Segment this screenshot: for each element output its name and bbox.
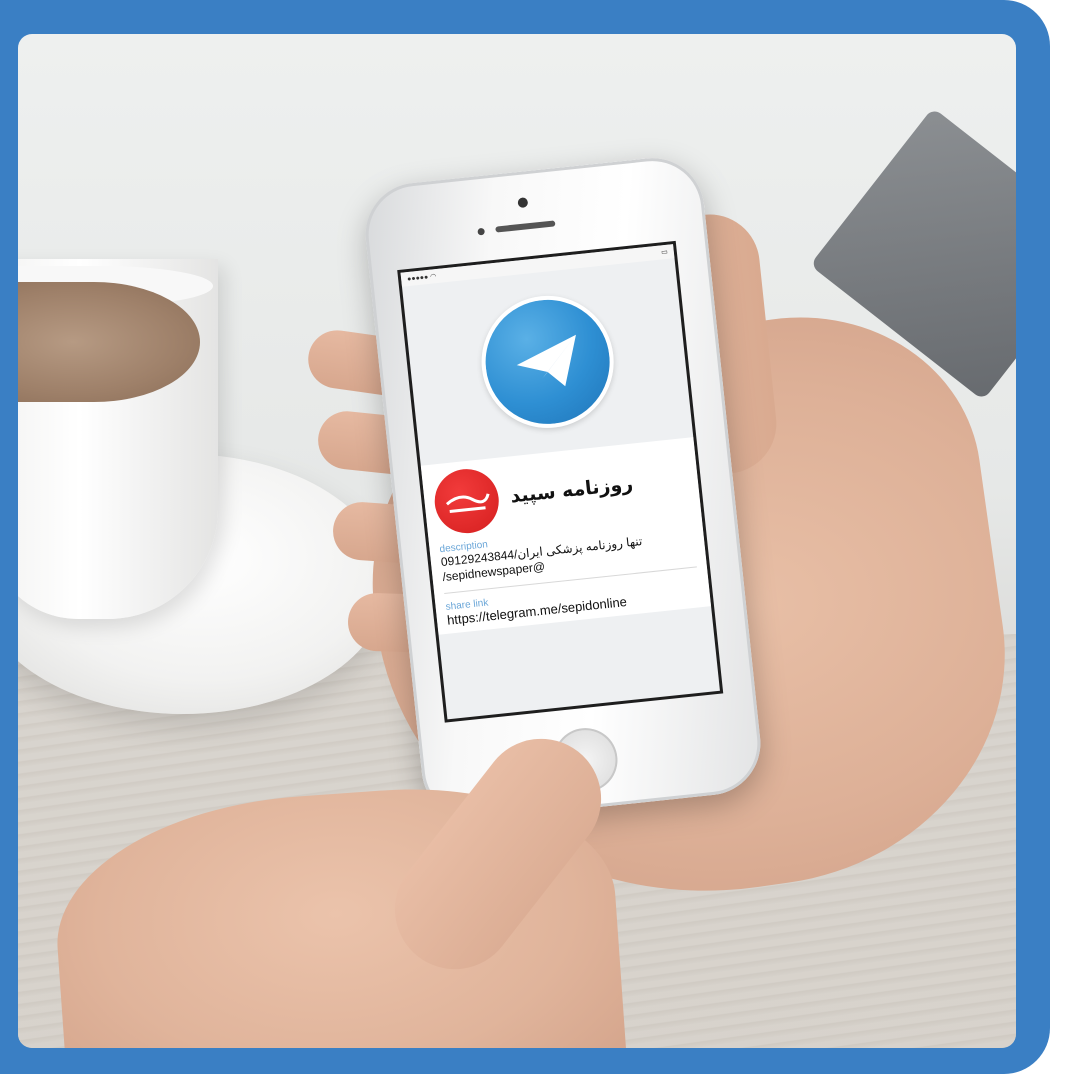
proximity-sensor xyxy=(477,227,485,236)
telegram-logo-area xyxy=(402,258,693,466)
avatar[interactable] xyxy=(431,465,502,537)
channel-name: روزنامه سپید xyxy=(509,472,635,508)
telegram-profile-screen: ●●●●● ◠ ▭ روزنامه سپید description تنها … xyxy=(400,244,720,720)
telegram-icon xyxy=(475,289,621,435)
phone-screen: ●●●●● ◠ ▭ روزنامه سپید description تنها … xyxy=(397,240,724,723)
sepid-logo-icon xyxy=(445,493,490,513)
blue-frame: ●●●●● ◠ ▭ روزنامه سپید description تنها … xyxy=(0,0,1050,1074)
front-camera xyxy=(517,197,529,209)
earpiece-speaker xyxy=(495,220,556,233)
paper-plane-icon xyxy=(516,334,576,387)
channel-info-card: روزنامه سپید description تنها روزنامه پز… xyxy=(420,437,712,635)
battery-icon: ▭ xyxy=(660,248,669,257)
photo: ●●●●● ◠ ▭ روزنامه سپید description تنها … xyxy=(18,34,1016,1048)
signal-icon: ●●●●● ◠ xyxy=(406,273,437,284)
smartphone: ●●●●● ◠ ▭ روزنامه سپید description تنها … xyxy=(360,152,766,826)
